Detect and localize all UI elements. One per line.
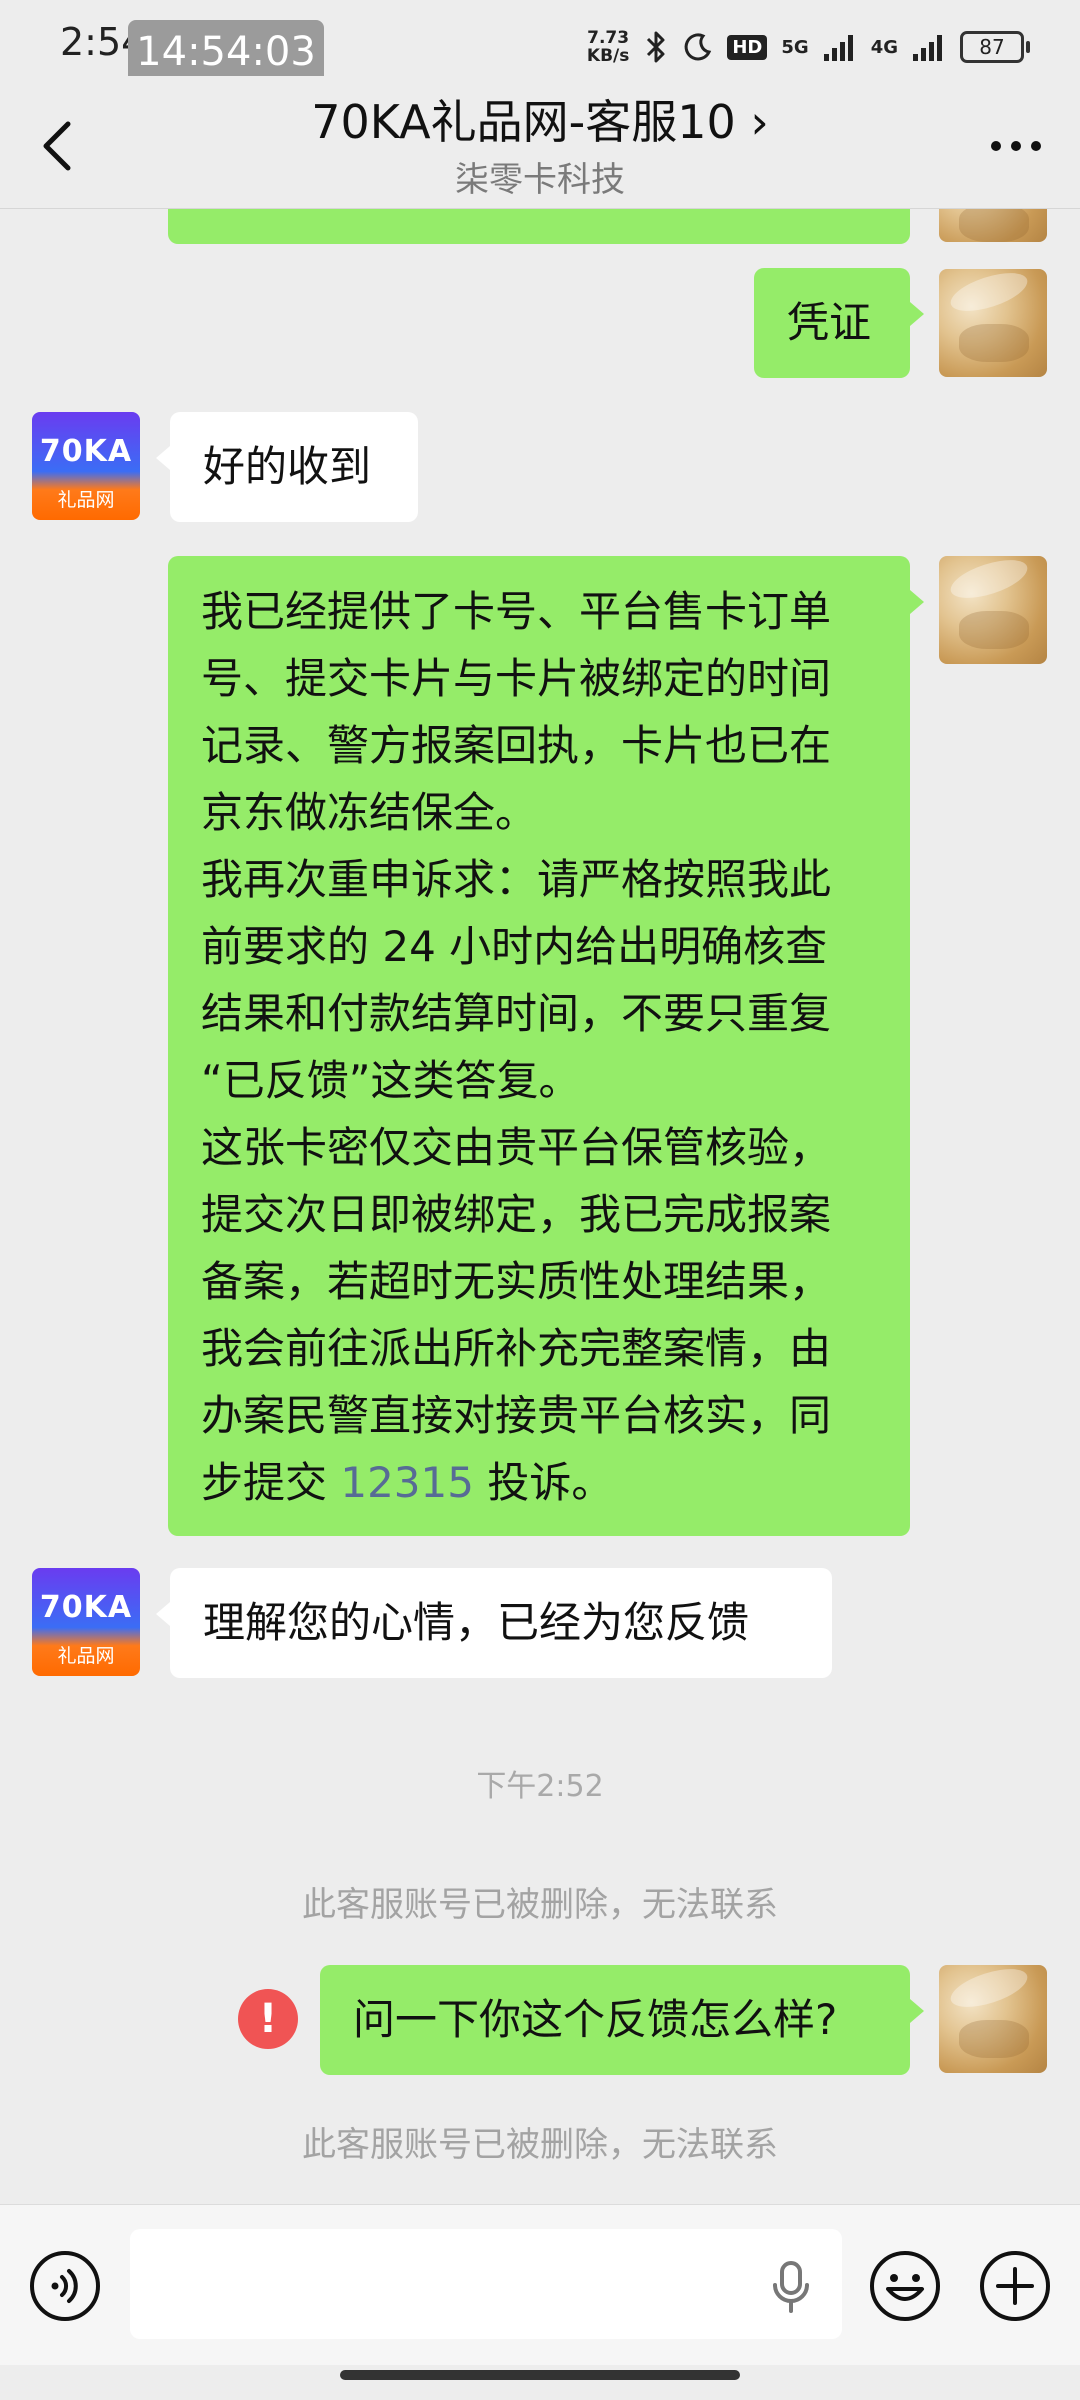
- contact-avatar[interactable]: 70KA 礼品网: [32, 1568, 140, 1676]
- message-line: 办案民警直接对接贵平台核实，同: [201, 1391, 832, 1440]
- battery-icon: 87: [960, 31, 1030, 63]
- message-line: “已反馈”这类答复。: [201, 1056, 581, 1105]
- message-bubble-theirs[interactable]: 理解您的心情，已经为您反馈: [156, 1568, 832, 1678]
- signal-5g-icon: [823, 35, 853, 61]
- moon-icon: [685, 33, 712, 61]
- send-failed-icon[interactable]: !: [238, 1989, 298, 2049]
- home-indicator[interactable]: [340, 2370, 740, 2380]
- network-speed-unit: KB/s: [586, 46, 630, 66]
- message-line: 结果和付款结算时间，不要只重复: [201, 989, 832, 1038]
- network-5g-label: 5G: [781, 36, 809, 58]
- network-speed-value: 7.73: [587, 28, 630, 48]
- message-line-last: 步提交 12315 投诉。: [201, 1449, 877, 1516]
- logo-70ka-text: 70KA: [39, 434, 133, 469]
- message-line: 我会前往派出所补充完整案情，由: [201, 1324, 832, 1373]
- network-4g-label: 4G: [870, 36, 898, 58]
- user-avatar[interactable]: [939, 1965, 1047, 2073]
- message-line: 号、提交卡片与卡片被绑定的时间: [201, 654, 832, 703]
- message-bubble-mine[interactable]: 问一下你这个反馈怎么样?: [320, 1965, 924, 2075]
- message-line: 京东做冻结保全。: [201, 788, 538, 837]
- message-bubble-mine[interactable]: 凭证: [754, 268, 924, 378]
- logo-sub-text: 礼品网: [57, 489, 115, 511]
- message-bubble-partial[interactable]: [168, 209, 910, 244]
- system-notice: 此客服账号已被删除，无法联系: [302, 1885, 778, 1925]
- message-line: 这张卡密仅交由贵平台保管核验，: [201, 1123, 832, 1172]
- logo-70ka-text: 70KA: [39, 1590, 133, 1625]
- logo-sub-text: 礼品网: [57, 1645, 115, 1667]
- message-line: 我已经提供了卡号、平台售卡订单: [201, 587, 832, 636]
- clock-overlay: 14:54:03: [128, 20, 324, 84]
- chat-header: 70KA礼品网-客服10 › 柒零卡科技: [0, 76, 1080, 209]
- chat-title[interactable]: 70KA礼品网-客服10 ›: [0, 86, 1080, 152]
- message-text: 问一下你这个反馈怎么样?: [353, 1995, 838, 2044]
- message-text: 步提交: [201, 1458, 341, 1507]
- message-bubble-theirs[interactable]: 好的收到: [156, 412, 418, 522]
- message-input[interactable]: [130, 2229, 842, 2339]
- input-bar: [0, 2204, 1080, 2365]
- message-line: 提交次日即被绑定，我已完成报案: [201, 1190, 832, 1239]
- hd-voice-icon: HD: [727, 34, 768, 60]
- voice-mode-button[interactable]: [28, 2249, 102, 2323]
- more-dots-icon: [991, 141, 1041, 151]
- battery-level: 87: [979, 35, 1005, 59]
- user-avatar[interactable]: [939, 269, 1047, 377]
- microphone-button[interactable]: [766, 2257, 816, 2317]
- user-avatar[interactable]: [939, 556, 1047, 664]
- system-notice: 此客服账号已被删除，无法联系: [302, 2125, 778, 2165]
- status-icons: 7.73 KB/s HD 5G 4G 87: [587, 22, 1030, 72]
- plus-icon: [980, 2251, 1050, 2321]
- chat-subtitle: 柒零卡科技: [455, 160, 625, 200]
- emoji-icon: [870, 2251, 940, 2321]
- more-button[interactable]: [980, 116, 1052, 176]
- microphone-icon: [773, 2261, 809, 2313]
- time-divider: 下午2:52: [476, 1769, 604, 1804]
- message-bubble-mine-long[interactable]: 我已经提供了卡号、平台售卡订单 号、提交卡片与卡片被绑定的时间 记录、警方报案回…: [168, 556, 924, 1536]
- more-actions-button[interactable]: [978, 2249, 1052, 2323]
- phone-number-link[interactable]: 12315: [340, 1458, 474, 1507]
- message-text: 凭证: [787, 298, 872, 347]
- message-line: 记录、警方报案回执，卡片也已在: [201, 721, 832, 770]
- message-text: 好的收到: [203, 442, 372, 491]
- user-avatar[interactable]: [939, 209, 1047, 242]
- bluetooth-icon: [647, 31, 665, 63]
- voice-mode-icon: [30, 2251, 100, 2321]
- message-line: 备案，若超时无实质性处理结果，: [201, 1257, 832, 1306]
- message-text: 理解您的心情，已经为您反馈: [203, 1598, 750, 1647]
- network-speed: 7.73 KB/s: [587, 29, 629, 65]
- message-line: 我再次重申诉求：请严格按照我此: [201, 855, 832, 904]
- message-text: 投诉。: [473, 1458, 614, 1507]
- emoji-button[interactable]: [868, 2249, 942, 2323]
- message-line: 前要求的 24 小时内给出明确核查: [201, 922, 828, 971]
- contact-avatar[interactable]: 70KA 礼品网: [32, 412, 140, 520]
- signal-4g-icon: [913, 35, 942, 61]
- message-list[interactable]: 凭证 70KA 礼品网 好的收到 我已经提供了卡号、平台售卡订单 号、提交卡片与…: [0, 209, 1080, 2201]
